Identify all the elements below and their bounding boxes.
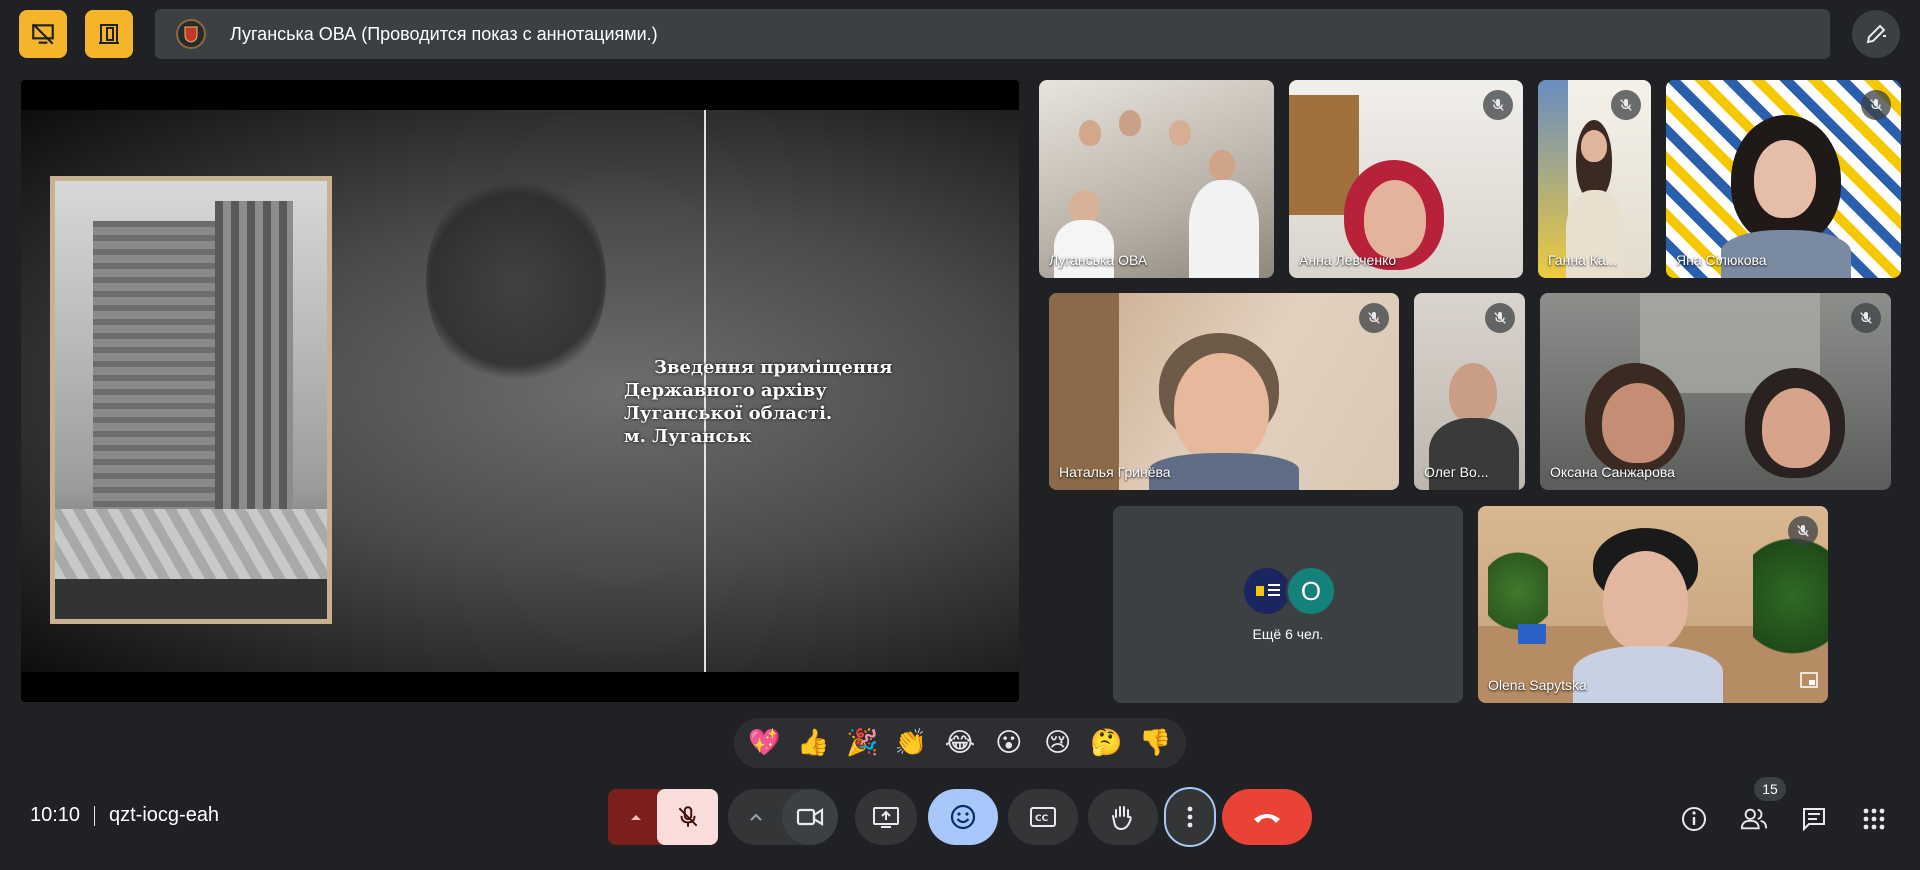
participant-name: Луганська ОВА [1049, 252, 1148, 268]
mic-off-indicator [1611, 90, 1641, 120]
mic-off-indicator [1851, 303, 1881, 333]
hide-presentation-button[interactable] [19, 10, 67, 58]
meeting-code: qzt-iocg-eah [109, 804, 220, 826]
mic-off-icon [1860, 312, 1872, 324]
mic-off-icon [1492, 99, 1504, 111]
camera-button[interactable] [782, 789, 838, 845]
apps-grid-icon [1863, 808, 1885, 830]
org-logo [176, 19, 206, 49]
mic-off-indicator [1359, 303, 1389, 333]
present-screen-button[interactable] [855, 789, 917, 845]
org-logo-icon [1256, 584, 1280, 596]
svg-text:CC: CC [1035, 814, 1049, 824]
chat-button[interactable] [1800, 805, 1828, 833]
mic-off-indicator [1483, 90, 1513, 120]
participant-name: Яна Сілюкова [1676, 252, 1767, 268]
breakout-room-button[interactable] [85, 10, 133, 58]
meeting-details-button[interactable] [1680, 805, 1708, 833]
participant-avatar: О [1286, 566, 1336, 616]
info-icon [1682, 807, 1706, 831]
presentation-slide: Зведення приміщення Державного архіву Лу… [21, 110, 1019, 672]
participant-tile[interactable]: Яна Сілюкова [1666, 80, 1901, 278]
mic-off-indicator [1788, 516, 1818, 546]
chevron-up-icon [631, 815, 641, 820]
meeting-title: Луганська ОВА (Проводится показ с аннота… [230, 23, 658, 44]
more-participants-tile[interactable]: О Ещё 6 чел. [1113, 506, 1463, 703]
captions-button[interactable]: CC [1008, 789, 1078, 845]
raise-hand-button[interactable] [1088, 789, 1158, 845]
mic-off-icon [1620, 99, 1632, 111]
participant-name: Наталья Гринёва [1059, 464, 1171, 480]
more-options-button[interactable] [1164, 787, 1216, 847]
more-vert-icon [1187, 806, 1193, 828]
door-icon [99, 24, 119, 44]
picture-in-picture-icon [1800, 672, 1818, 688]
reactions-button[interactable] [928, 789, 998, 845]
phone-hangup-icon [1254, 814, 1280, 823]
participant-name: Оксана Санжарова [1550, 464, 1675, 480]
mic-off-icon [1494, 312, 1506, 324]
participant-name: Анна Левченко [1299, 252, 1397, 268]
participant-tile[interactable]: Наталья Гринёва [1049, 293, 1399, 490]
no-presentation-icon [32, 23, 54, 45]
reaction-thinking[interactable]: 🤔 [1085, 728, 1129, 758]
mic-off-icon [1797, 525, 1809, 537]
people-button[interactable] [1740, 805, 1768, 833]
video-camera-icon [796, 808, 824, 826]
reaction-party-popper[interactable]: 🎉 [840, 728, 884, 758]
divider [94, 806, 95, 826]
reactions-bar: 💖 👍 🎉 👏 😂 😮 😢 🤔 👎 [734, 718, 1186, 768]
audio-options-button[interactable] [608, 789, 664, 845]
slide-caption: Зведення приміщення Державного архіву Лу… [624, 357, 893, 447]
chat-icon [1803, 808, 1825, 832]
mic-off-icon [678, 806, 697, 827]
reaction-clapping[interactable]: 👏 [889, 728, 933, 758]
chevron-up-icon [750, 813, 762, 821]
mic-off-icon [1368, 312, 1380, 324]
microphone-button[interactable] [657, 789, 718, 845]
participant-name: Олег Во... [1424, 464, 1489, 480]
leave-call-button[interactable] [1222, 789, 1312, 845]
video-options-button[interactable] [728, 789, 784, 845]
annotate-button[interactable] [1852, 10, 1900, 58]
participant-name: Ганна Ка... [1548, 252, 1618, 268]
pip-button[interactable] [1800, 672, 1818, 693]
reaction-surprised[interactable]: 😮 [987, 728, 1031, 758]
hand-icon [1112, 806, 1132, 831]
participant-tile[interactable]: Анна Левченко [1289, 80, 1523, 278]
slide-archive-photo [50, 176, 332, 624]
reaction-thumbs-down[interactable]: 👎 [1133, 728, 1177, 758]
participant-tile[interactable]: Оксана Санжарова [1540, 293, 1891, 490]
clock: 10:10 [30, 804, 81, 826]
activities-button[interactable] [1860, 805, 1888, 833]
participant-tile[interactable]: Olena Sapytska [1478, 506, 1828, 703]
participant-tile[interactable]: Ганна Ка... [1538, 80, 1651, 278]
pen-icon [1866, 24, 1886, 44]
shared-presentation[interactable]: Зведення приміщення Державного архіву Лу… [21, 80, 1019, 702]
participant-name: Olena Sapytska [1488, 677, 1587, 693]
mic-off-indicator [1861, 90, 1891, 120]
reaction-thumbs-up[interactable]: 👍 [791, 728, 835, 758]
meeting-title-bar: Луганська ОВА (Проводится показ с аннота… [155, 9, 1830, 59]
mic-off-icon [1870, 99, 1882, 111]
reaction-sparkling-heart[interactable]: 💖 [742, 728, 786, 758]
slide-emblem [426, 170, 606, 390]
smiley-icon [950, 804, 976, 830]
coat-of-arms-icon [184, 26, 198, 43]
reaction-crying[interactable]: 😢 [1036, 728, 1080, 758]
more-participants-label: Ещё 6 чел. [1252, 626, 1324, 642]
closed-captions-icon: CC [1030, 807, 1056, 827]
mic-off-indicator [1485, 303, 1515, 333]
participant-avatar [1242, 566, 1292, 616]
participant-tile[interactable]: Луганська ОВА [1039, 80, 1274, 278]
people-icon [1740, 808, 1768, 830]
participant-tile[interactable]: Олег Во... [1414, 293, 1525, 490]
present-to-all-icon [873, 807, 899, 828]
reaction-laughing[interactable]: 😂 [938, 728, 982, 758]
people-count-badge: 15 [1754, 777, 1786, 801]
